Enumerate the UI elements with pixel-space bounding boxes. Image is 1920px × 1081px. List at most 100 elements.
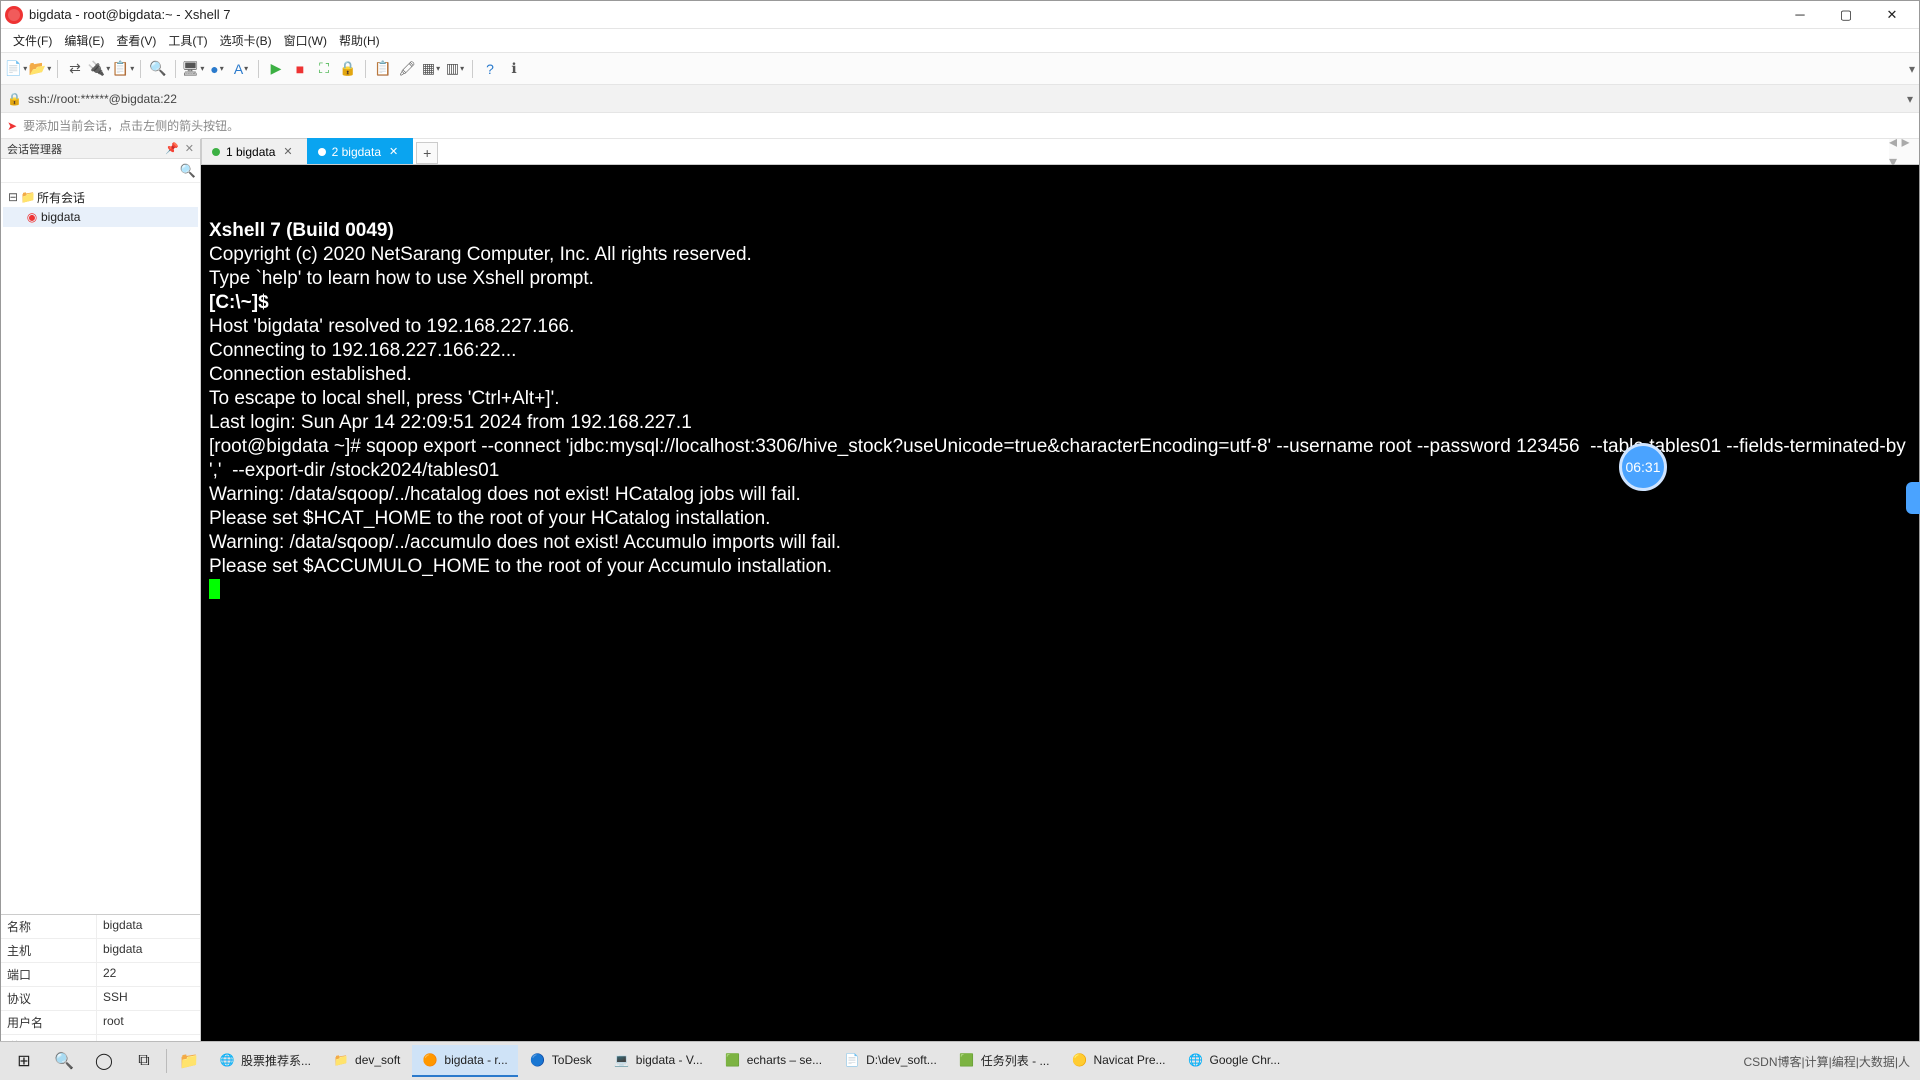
about-icon[interactable]: ℹ: [503, 58, 525, 80]
taskbar-app-icon: 🟩: [725, 1052, 741, 1068]
session-tab[interactable]: 1 bigdata ✕: [201, 138, 308, 164]
menu-file[interactable]: 文件(F): [7, 30, 58, 51]
terminal-output[interactable]: Xshell 7 (Build 0049)Copyright (c) 2020 …: [201, 165, 1919, 1059]
search-icon[interactable]: 🔍: [180, 163, 196, 179]
menu-bar: 文件(F) 编辑(E) 查看(V) 工具(T) 选项卡(B) 窗口(W) 帮助(…: [1, 29, 1919, 53]
title-bar: bigdata - root@bigdata:~ - Xshell 7 ─ ▢ …: [1, 1, 1919, 29]
new-session-icon[interactable]: 📄▾: [5, 58, 27, 80]
taskbar-app-label: Google Chr...: [1210, 1053, 1281, 1067]
reconnect-icon[interactable]: 🔌▾: [88, 58, 110, 80]
sidebar-close-icon[interactable]: ✕: [185, 142, 194, 155]
globe-icon[interactable]: ●▾: [206, 58, 228, 80]
task-view-icon[interactable]: ⧉: [124, 1042, 164, 1081]
minimize-button[interactable]: ─: [1777, 1, 1823, 29]
taskbar-app[interactable]: 🟡Navicat Pre...: [1061, 1045, 1175, 1077]
host-icon[interactable]: 🖥▾: [182, 58, 204, 80]
taskbar-app-label: echarts – se...: [747, 1053, 822, 1067]
taskbar-app-label: 任务列表 - ...: [981, 1052, 1050, 1069]
taskbar-app[interactable]: 🟩任务列表 - ...: [949, 1045, 1060, 1077]
tree-root[interactable]: ⊟ 📁 所有会话: [3, 187, 198, 207]
sidebar-pin-icon[interactable]: 📌: [165, 142, 179, 155]
terminal-line: Xshell 7 (Build 0049): [209, 219, 1911, 243]
property-value: bigdata: [97, 915, 200, 939]
help-icon[interactable]: ?: [479, 58, 501, 80]
terminal-line: Type `help' to learn how to use Xshell p…: [209, 267, 1911, 291]
taskbar-app-icon: 🟡: [1071, 1052, 1087, 1068]
taskbar-app[interactable]: 📄D:\dev_soft...: [834, 1045, 947, 1077]
taskbar-app[interactable]: 📁dev_soft: [323, 1045, 410, 1077]
tree-item-bigdata[interactable]: ◉ bigdata: [3, 207, 198, 227]
menu-tab[interactable]: 选项卡(B): [214, 30, 278, 51]
session-tab-label: 1 bigdata: [226, 145, 275, 159]
menu-view[interactable]: 查看(V): [110, 30, 162, 51]
font-icon[interactable]: A▾: [230, 58, 252, 80]
cortana-icon[interactable]: ◯: [84, 1042, 124, 1081]
property-value: 22: [97, 963, 200, 987]
taskbar-app-icon: 🔵: [530, 1052, 546, 1068]
property-row: 用户名root: [1, 1011, 200, 1035]
add-tab-button[interactable]: +: [416, 142, 438, 164]
explorer-icon[interactable]: 📁: [169, 1042, 209, 1081]
highlighter-icon[interactable]: 🖍: [396, 58, 418, 80]
terminal-line: To escape to local shell, press 'Ctrl+Al…: [209, 387, 1911, 411]
close-button[interactable]: ✕: [1869, 1, 1915, 29]
address-bar: 🔒 ssh://root:******@bigdata:22 ▾: [1, 85, 1919, 113]
menu-tool[interactable]: 工具(T): [162, 30, 213, 51]
menu-edit[interactable]: 编辑(E): [58, 30, 110, 51]
session-properties-panel: 名称bigdata主机bigdata端口22协议SSH用户名root说明: [1, 914, 200, 1059]
property-key: 名称: [1, 915, 97, 939]
taskbar-app[interactable]: 🟠bigdata - r...: [412, 1045, 517, 1077]
taskbar-app-icon: 🟠: [422, 1052, 438, 1068]
property-value: root: [97, 1011, 200, 1035]
taskbar-search-icon[interactable]: 🔍: [44, 1042, 84, 1081]
menu-window[interactable]: 窗口(W): [278, 30, 333, 51]
terminal-line: Connection established.: [209, 363, 1911, 387]
app-logo-icon: [5, 6, 23, 24]
terminal-line: Warning: /data/sqoop/../accumulo does no…: [209, 531, 1911, 555]
tree-collapse-icon[interactable]: ⊟: [7, 190, 19, 204]
taskbar-app[interactable]: 🌐Google Chr...: [1178, 1045, 1291, 1077]
taskbar-app-icon: 📄: [844, 1052, 860, 1068]
lock-icon[interactable]: 🔒: [337, 58, 359, 80]
toolbar-overflow-icon[interactable]: ▾: [1909, 62, 1915, 76]
property-key: 主机: [1, 939, 97, 963]
open-folder-icon[interactable]: 📂▾: [29, 58, 51, 80]
layout-icon[interactable]: ▥▾: [444, 58, 466, 80]
sidebar-search-input[interactable]: [5, 164, 180, 178]
paste-script-icon[interactable]: 📋▾: [112, 58, 134, 80]
taskbar-app[interactable]: 🌐股票推荐系...: [209, 1045, 321, 1077]
transfer-icon[interactable]: ⇄: [64, 58, 86, 80]
address-overflow-icon[interactable]: ▾: [1907, 92, 1913, 106]
tab-close-icon[interactable]: ✕: [283, 145, 292, 158]
taskbar-app[interactable]: 🔵ToDesk: [520, 1045, 602, 1077]
start-button[interactable]: ⊞: [4, 1042, 44, 1081]
terminal-line: Please set $ACCUMULO_HOME to the root of…: [209, 555, 1911, 579]
terminal-cursor: [209, 579, 220, 599]
side-flyout-tab[interactable]: [1906, 482, 1920, 514]
tabs-nav-icon[interactable]: ◂ ▸ ▾: [1889, 139, 1919, 165]
columns-icon[interactable]: ▦▾: [420, 58, 442, 80]
maximize-button[interactable]: ▢: [1823, 1, 1869, 29]
restart-stop-icon[interactable]: ■: [289, 58, 311, 80]
tree-item-label: bigdata: [41, 210, 80, 224]
menu-help[interactable]: 帮助(H): [333, 30, 386, 51]
clipboard-icon[interactable]: 📋: [372, 58, 394, 80]
session-tree[interactable]: ⊟ 📁 所有会话 ◉ bigdata: [1, 183, 200, 914]
session-tab[interactable]: 2 bigdata✕: [307, 138, 414, 164]
taskbar-app[interactable]: 🟩 echarts – se...: [715, 1045, 832, 1077]
fullscreen-icon[interactable]: ⛶: [313, 58, 335, 80]
terminal-line: [C:\~]$: [209, 291, 1911, 315]
tree-root-label: 所有会话: [37, 189, 85, 206]
address-url: ssh://root:******@bigdata:22: [28, 92, 177, 106]
property-row: 主机bigdata: [1, 939, 200, 963]
tray-text: CSDN博客|计算|编程|大数据|人: [1744, 1053, 1910, 1070]
restart-play-icon[interactable]: ▶: [265, 58, 287, 80]
tip-text: 要添加当前会话，点击左侧的箭头按钮。: [23, 117, 239, 134]
sidebar-header: 会话管理器 📌 ✕: [1, 139, 200, 159]
session-sidebar: 会话管理器 📌 ✕ 🔍 ⊟ 📁 所有会话 ◉ bigdata: [1, 139, 201, 1059]
terminal-line: Please set $HCAT_HOME to the root of you…: [209, 507, 1911, 531]
taskbar-app[interactable]: 💻bigdata - V...: [604, 1045, 713, 1077]
taskbar-app-label: 股票推荐系...: [241, 1052, 311, 1069]
find-icon[interactable]: 🔍: [147, 58, 169, 80]
tab-close-icon[interactable]: ✕: [389, 145, 398, 158]
